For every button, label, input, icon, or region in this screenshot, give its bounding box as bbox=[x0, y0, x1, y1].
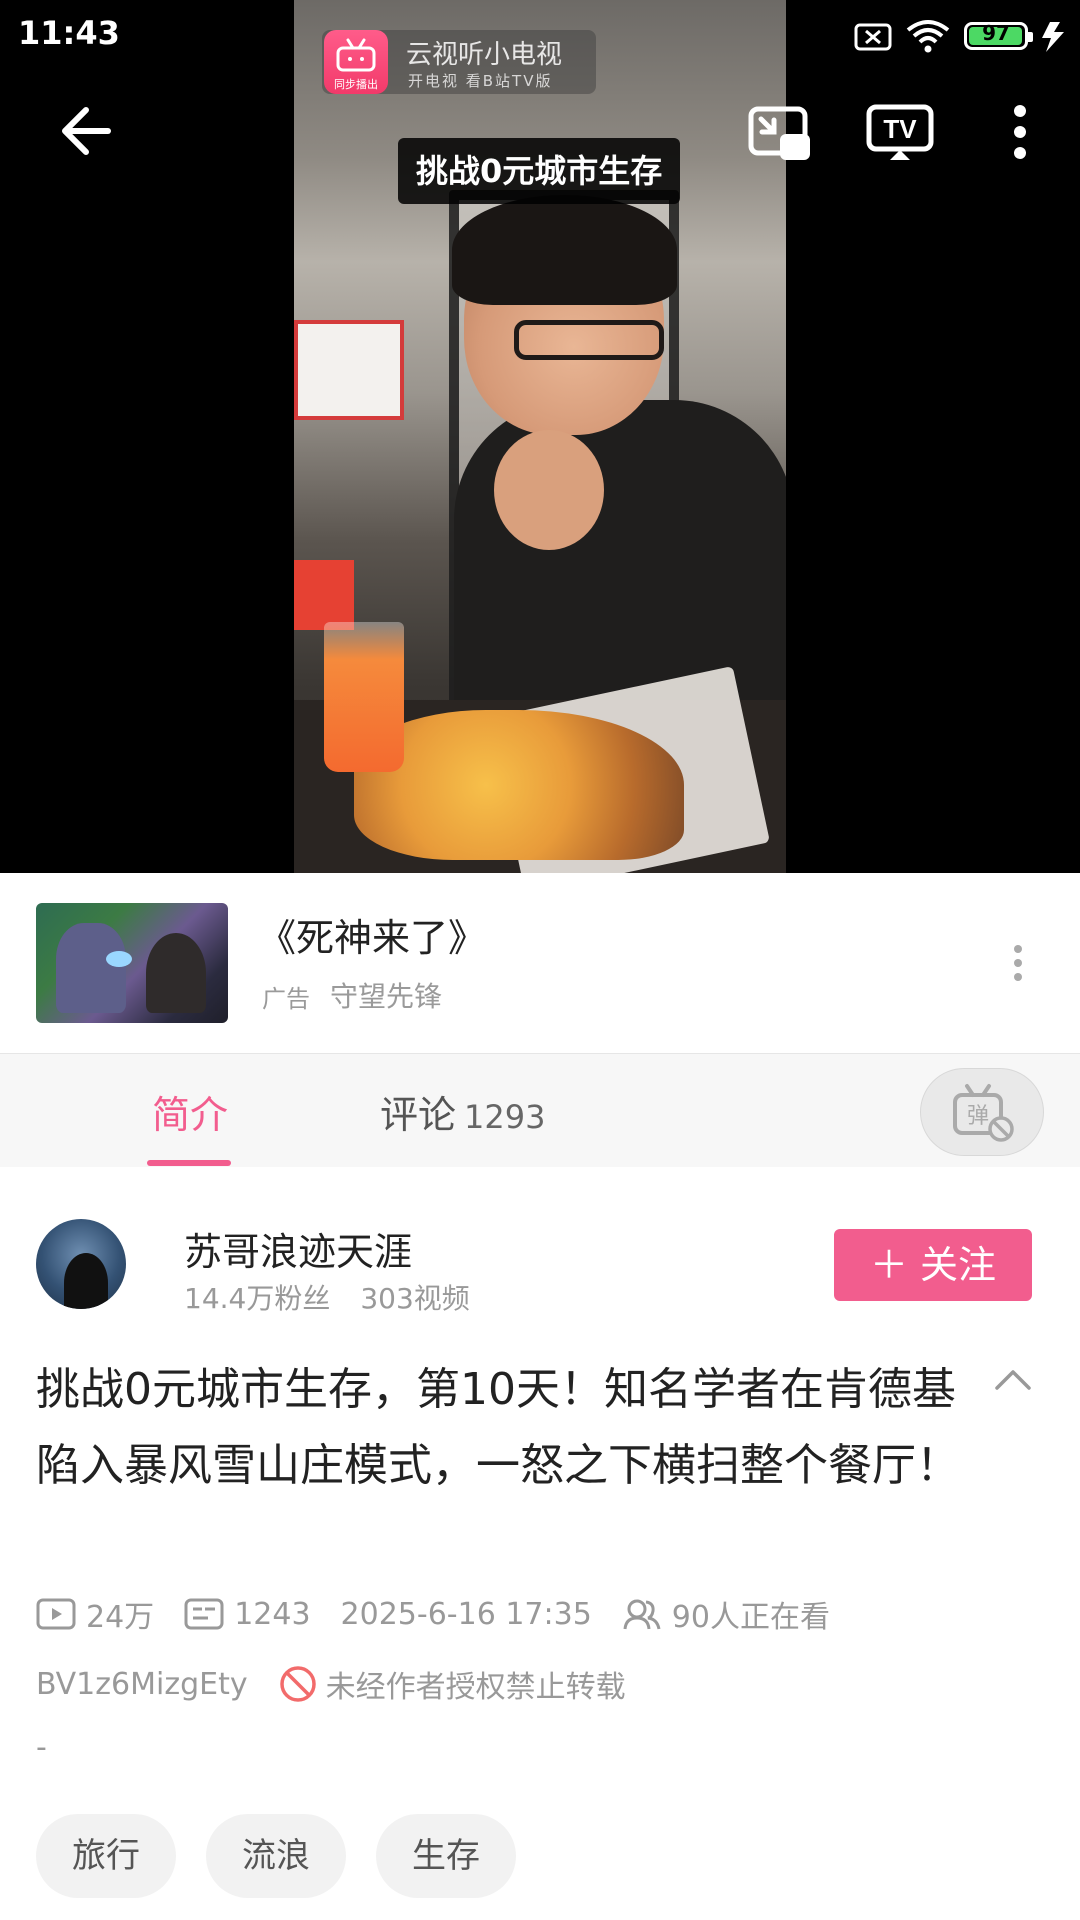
watching-now-value: 90人正在看 bbox=[671, 1600, 830, 1635]
charging-icon bbox=[1042, 22, 1064, 52]
video-frame[interactable] bbox=[294, 0, 786, 873]
video-person-hand bbox=[494, 430, 604, 550]
follow-button[interactable]: ＋ 关注 bbox=[834, 1229, 1032, 1301]
video-poster bbox=[294, 560, 354, 630]
play-count-icon bbox=[36, 1598, 76, 1630]
video-player[interactable]: 同步播出 云视听小电视 开电视 看B站TV版 挑战0元城市生存 11:43 97… bbox=[0, 0, 1080, 873]
uploader-avatar[interactable] bbox=[36, 1219, 126, 1309]
ad-game-name: 守望先锋 bbox=[330, 980, 443, 1013]
battery-percent: 97 bbox=[982, 21, 1010, 45]
tab-active-indicator bbox=[147, 1160, 231, 1166]
picture-in-picture-icon[interactable] bbox=[748, 106, 812, 162]
video-caption: 挑战0元城市生存 bbox=[398, 138, 681, 204]
viewers-icon bbox=[623, 1599, 661, 1630]
more-options-icon[interactable] bbox=[1010, 104, 1030, 160]
ad-banner[interactable]: 《死神来了》 广告 守望先锋 bbox=[0, 873, 1080, 1053]
danmaku-toggle-button[interactable]: 弹 bbox=[920, 1068, 1044, 1156]
ad-label: 广告 bbox=[262, 985, 310, 1013]
ad-thumbnail[interactable] bbox=[36, 903, 228, 1023]
publish-date: 2025-6-16 17:35 bbox=[340, 1596, 592, 1632]
danmaku-count-icon bbox=[184, 1598, 224, 1630]
video-person-glasses bbox=[514, 320, 664, 360]
danmaku-count: 1243 bbox=[184, 1596, 311, 1632]
danmaku-count-value: 1243 bbox=[234, 1596, 311, 1632]
ad-thumb-figure-1 bbox=[56, 923, 126, 1013]
prohibited-icon bbox=[279, 1666, 316, 1702]
view-count-value: 24万 bbox=[86, 1600, 155, 1635]
no-reprint-text: 未经作者授权禁止转载 bbox=[325, 1670, 626, 1705]
watching-now: 90人正在看 bbox=[622, 1592, 830, 1636]
tag-item[interactable]: 旅行 bbox=[36, 1814, 176, 1898]
video-stats-row: 24万 1243 2025-6-16 17:35 90人正在看 bbox=[36, 1592, 860, 1636]
view-count: 24万 bbox=[36, 1592, 154, 1636]
wifi-icon bbox=[906, 20, 950, 53]
ad-more-icon[interactable] bbox=[1006, 943, 1030, 993]
video-title: 挑战0元城市生存，第10天！知名学者在肯德基陷入暴风雪山庄模式，一怒之下横扫整个… bbox=[36, 1364, 960, 1491]
tag-item[interactable]: 流浪 bbox=[206, 1814, 346, 1898]
battery-indicator: 97 bbox=[964, 21, 1033, 50]
ad-thumb-glow bbox=[106, 951, 132, 967]
video-id-row: BV1z6MizgEty 未经作者授权禁止转载 bbox=[36, 1662, 626, 1706]
no-reprint-notice: 未经作者授权禁止转载 bbox=[278, 1662, 626, 1706]
video-detail-screen: 同步播出 云视听小电视 开电视 看B站TV版 挑战0元城市生存 11:43 97… bbox=[0, 0, 1080, 1920]
detail-tabs: 简介 评论 1293 弹 bbox=[0, 1053, 1080, 1167]
uploader-name[interactable]: 苏哥浪迹天涯 bbox=[184, 1221, 412, 1276]
danmaku-off-icon: 弹 bbox=[953, 1084, 1014, 1142]
back-arrow-icon[interactable] bbox=[58, 104, 112, 158]
tab-intro[interactable]: 简介 bbox=[152, 1084, 228, 1139]
uploader-card: 苏哥浪迹天涯 14.4万粉丝 303视频 ＋ 关注 bbox=[0, 1167, 1080, 1317]
tab-comments[interactable]: 评论 1293 bbox=[380, 1084, 545, 1139]
video-drink-cup bbox=[324, 622, 404, 772]
ad-thumb-figure-2 bbox=[146, 933, 206, 1013]
watermark-badge: 同步播出 bbox=[334, 78, 378, 91]
svg-text:TV: TV bbox=[883, 114, 917, 144]
status-time: 11:43 bbox=[18, 14, 120, 52]
tag-list: 旅行 流浪 生存 bbox=[36, 1814, 546, 1898]
sim-off-icon bbox=[854, 23, 892, 51]
video-menu-board bbox=[294, 320, 404, 420]
tag-item[interactable]: 生存 bbox=[376, 1814, 516, 1898]
tab-comments-count: 1293 bbox=[464, 1098, 546, 1136]
bvid[interactable]: BV1z6MizgEty bbox=[36, 1667, 248, 1702]
uploader-stats: 14.4万粉丝 303视频 bbox=[184, 1277, 470, 1317]
tab-comments-label: 评论 bbox=[380, 1093, 457, 1137]
chevron-up-icon[interactable] bbox=[993, 1366, 1033, 1394]
cast-tv-icon[interactable]: TV bbox=[866, 104, 934, 162]
danmaku-glyph: 弹 bbox=[967, 1104, 989, 1129]
ad-title[interactable]: 《死神来了》 bbox=[258, 907, 486, 962]
video-person-hair bbox=[452, 195, 677, 305]
uploader-fans: 14.4万粉丝 bbox=[184, 1282, 331, 1315]
avatar-silhouette bbox=[64, 1253, 108, 1309]
video-description: - bbox=[36, 1730, 47, 1765]
battery-tip bbox=[1028, 32, 1033, 42]
status-bar: 11:43 97 bbox=[0, 0, 1080, 74]
uploader-video-count: 303视频 bbox=[360, 1282, 470, 1315]
